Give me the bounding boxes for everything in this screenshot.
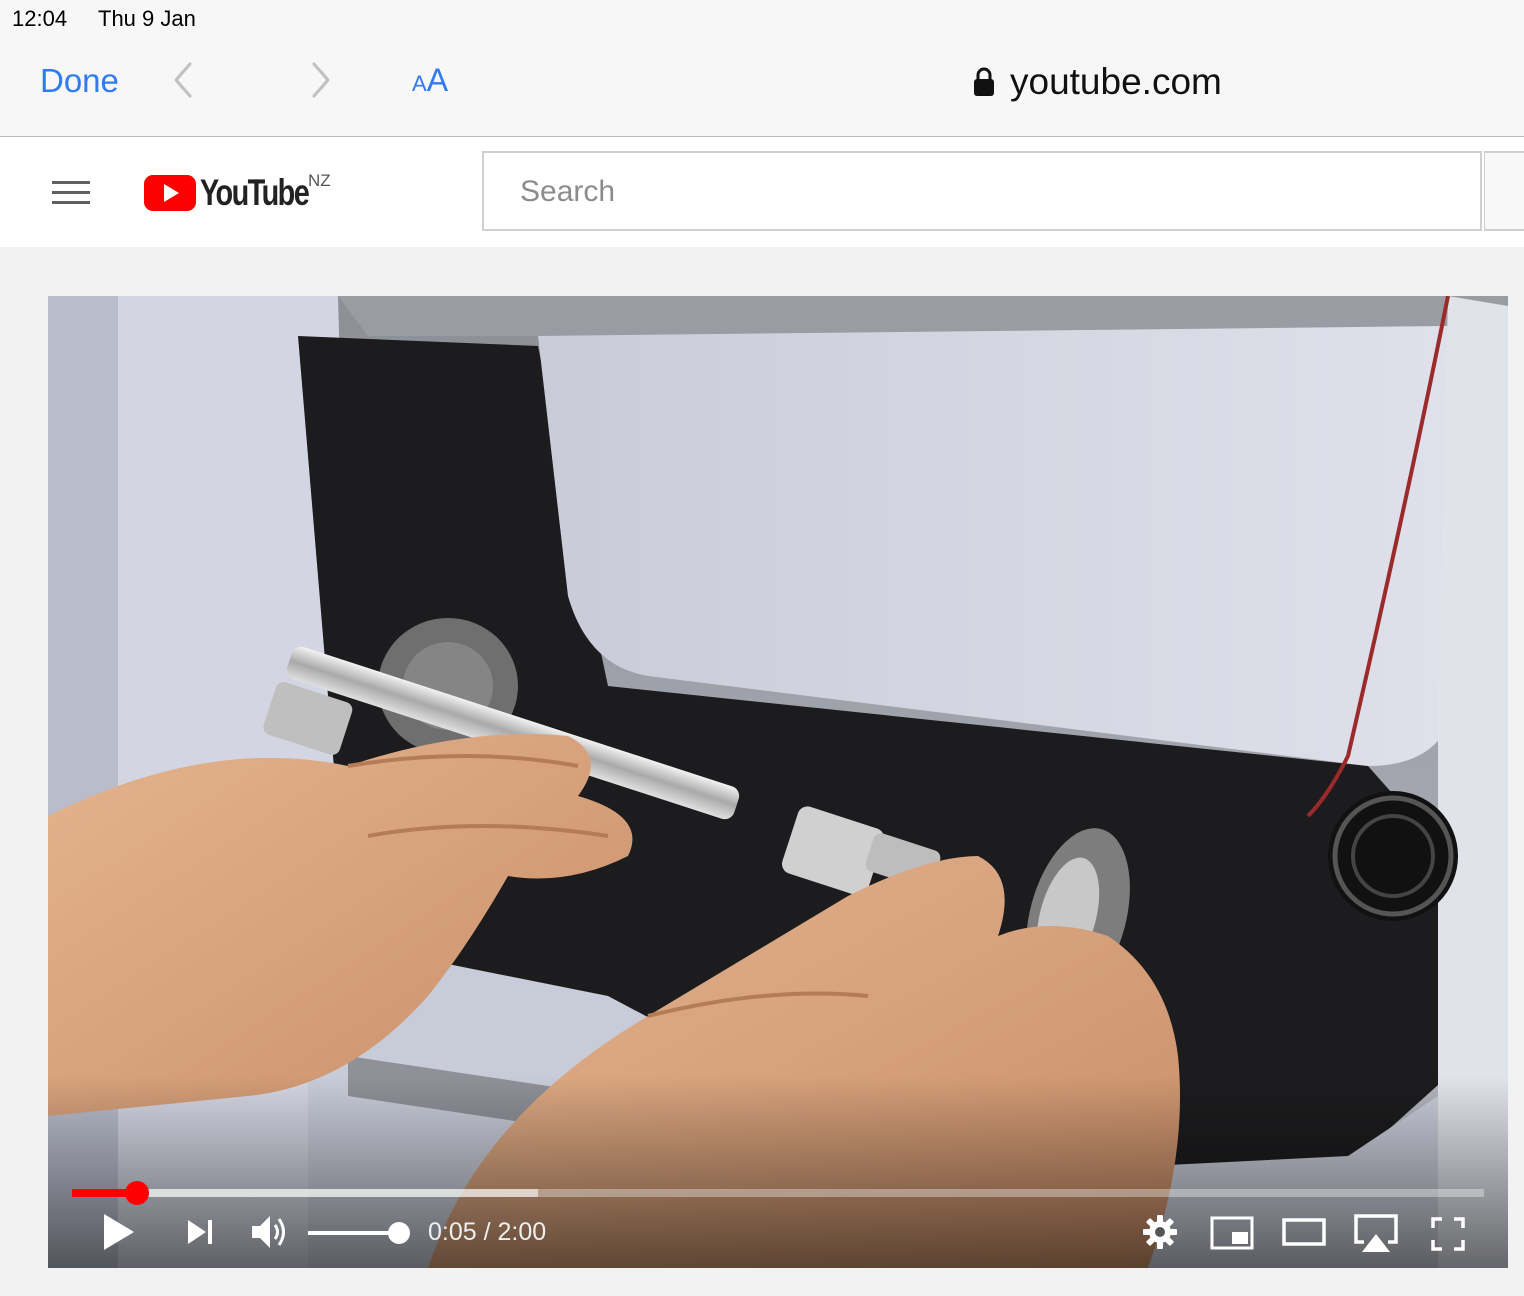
youtube-wordmark: YouTube (200, 172, 310, 213)
miniplayer-icon[interactable] (1210, 1216, 1254, 1250)
volume-slider-handle[interactable] (388, 1222, 410, 1244)
domain-label: youtube.com (1010, 61, 1222, 102)
search-input[interactable] (520, 175, 1420, 209)
safari-toolbar: Done AA youtube.com (0, 40, 1524, 137)
volume-icon[interactable] (250, 1212, 292, 1252)
status-time: 12:04 (12, 6, 68, 31)
next-video-icon[interactable] (184, 1216, 216, 1248)
current-time: 0:05 (428, 1218, 477, 1246)
scrubber-handle[interactable] (124, 1181, 149, 1205)
settings-gear-icon[interactable] (1142, 1214, 1178, 1250)
text-size-small-label: A (412, 71, 427, 96)
region-label: NZ (308, 171, 331, 190)
fullscreen-icon[interactable] (1430, 1216, 1466, 1252)
text-size-big-label: A (426, 62, 449, 98)
youtube-play-logo-icon (144, 175, 196, 211)
lock-icon (974, 67, 994, 96)
play-icon[interactable] (100, 1212, 138, 1252)
address-bar[interactable]: youtube.com (972, 60, 1222, 104)
status-bar: 12:04 Thu 9 Jan (0, 0, 1524, 40)
chevron-right-icon[interactable] (306, 60, 336, 100)
volume-slider[interactable] (308, 1231, 400, 1235)
search-box[interactable] (482, 151, 1482, 231)
youtube-header: YouTube NZ (0, 137, 1524, 247)
theater-mode-icon[interactable] (1282, 1216, 1326, 1248)
done-button[interactable]: Done (40, 62, 119, 100)
status-date: Thu 9 Jan (98, 6, 196, 31)
video-player[interactable]: 0:05 / 2:00 (48, 296, 1508, 1268)
progress-bar[interactable] (72, 1181, 1484, 1205)
search-button[interactable] (1484, 151, 1524, 231)
chevron-left-icon[interactable] (168, 60, 198, 100)
duration: 2:00 (497, 1218, 547, 1246)
text-size-button[interactable]: AA (412, 62, 448, 99)
video-frame[interactable] (48, 296, 1508, 1268)
airplay-icon[interactable] (1352, 1212, 1400, 1254)
time-separator: / (476, 1218, 498, 1246)
hamburger-menu-icon[interactable] (52, 179, 92, 207)
time-display: 0:05 / 2:00 (428, 1218, 546, 1247)
